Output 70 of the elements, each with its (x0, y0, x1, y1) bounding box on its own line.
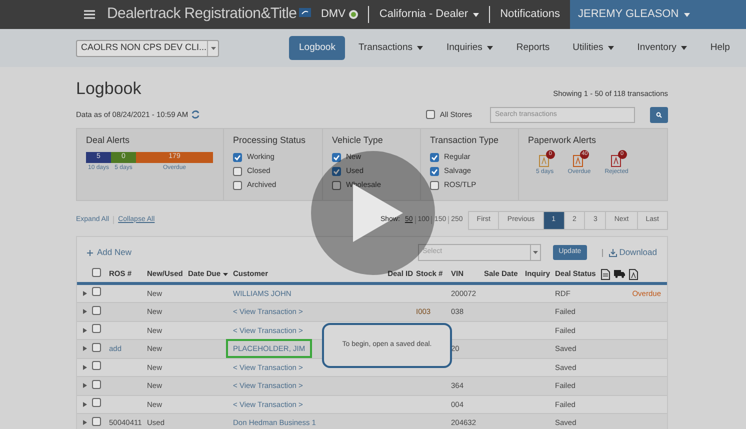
caret-icon (210, 46, 216, 50)
checkbox[interactable] (332, 166, 341, 176)
expand-arrow-icon[interactable] (82, 290, 86, 296)
checkbox[interactable] (426, 110, 435, 119)
brand-title: Dealertrack Registration&Title (107, 4, 297, 24)
caret-icon (417, 46, 424, 50)
sort-icon (222, 272, 228, 276)
plus-icon (87, 250, 93, 256)
caret-icon (487, 46, 494, 50)
nav-tab[interactable]: Logbook (289, 36, 346, 60)
checkbox[interactable] (92, 324, 101, 334)
refresh-icon[interactable] (191, 110, 200, 119)
checkbox[interactable] (233, 180, 242, 190)
checkbox[interactable] (233, 152, 242, 162)
nav-tab[interactable]: Transactions (348, 36, 434, 60)
dmv-label: DMV (320, 7, 346, 22)
caret-icon (532, 251, 538, 254)
checkbox[interactable] (92, 416, 101, 426)
section-title: Processing Status (233, 134, 307, 147)
caret-icon (681, 46, 688, 50)
checkbox[interactable] (332, 152, 341, 162)
truck-icon (614, 270, 625, 278)
dealer-dropdown[interactable]: California - Dealer (379, 6, 480, 23)
expand-arrow-icon[interactable] (82, 364, 86, 370)
document-icon (629, 268, 638, 280)
checkbox[interactable] (92, 398, 101, 408)
expand-arrow-icon[interactable] (82, 309, 86, 314)
nav-tab[interactable]: Help (700, 36, 740, 60)
expand-arrow-icon[interactable] (82, 346, 86, 352)
checkbox[interactable] (332, 180, 341, 190)
section-title: Vehicle Type (332, 134, 384, 147)
add-new-button[interactable]: Add New (87, 246, 132, 259)
dealer-select[interactable]: CAOLRS NON CPS DEV CLI... (76, 40, 219, 56)
caret-icon (608, 46, 614, 50)
checkbox[interactable] (233, 166, 242, 176)
nav-tab[interactable]: Inventory (627, 36, 698, 60)
section-title: Transaction Type (430, 134, 500, 147)
section-title: Paperwork Alerts (528, 134, 598, 147)
nav-tab[interactable]: Inquiries (436, 36, 504, 60)
section-title: Deal Alerts (86, 134, 131, 146)
checkbox[interactable] (92, 342, 101, 352)
expand-arrow-icon[interactable] (82, 420, 86, 426)
checkbox[interactable] (92, 380, 101, 389)
checkbox[interactable] (92, 361, 101, 370)
page-title: Logbook (76, 78, 142, 100)
checkbox[interactable] (430, 180, 439, 190)
document-icon[interactable] (610, 155, 621, 167)
nav-tab[interactable]: Utilities (562, 36, 624, 60)
download-icon (609, 248, 618, 256)
document-icon[interactable] (573, 155, 584, 167)
logo-icon (298, 8, 311, 16)
expand-arrow-icon[interactable] (82, 328, 86, 333)
checkbox[interactable] (92, 268, 101, 277)
user-menu[interactable]: JEREMY GLEASON (570, 0, 746, 29)
checkbox[interactable] (430, 152, 439, 162)
search-button[interactable] (650, 106, 668, 122)
notifications-link[interactable]: Notifications (500, 6, 560, 23)
document-icon (601, 268, 610, 280)
caret-icon (684, 12, 690, 16)
checkbox[interactable] (92, 287, 101, 296)
menu-icon[interactable] (84, 10, 95, 19)
checkbox[interactable] (92, 306, 101, 315)
caret-icon (473, 12, 480, 16)
download-link[interactable]: Download (609, 246, 657, 259)
nav-tab[interactable]: Reports (506, 36, 560, 60)
expand-arrow-icon[interactable] (82, 383, 86, 388)
checkbox[interactable] (430, 166, 439, 176)
expand-arrow-icon[interactable] (82, 402, 86, 407)
search-icon (656, 112, 662, 118)
document-icon[interactable] (538, 155, 549, 167)
